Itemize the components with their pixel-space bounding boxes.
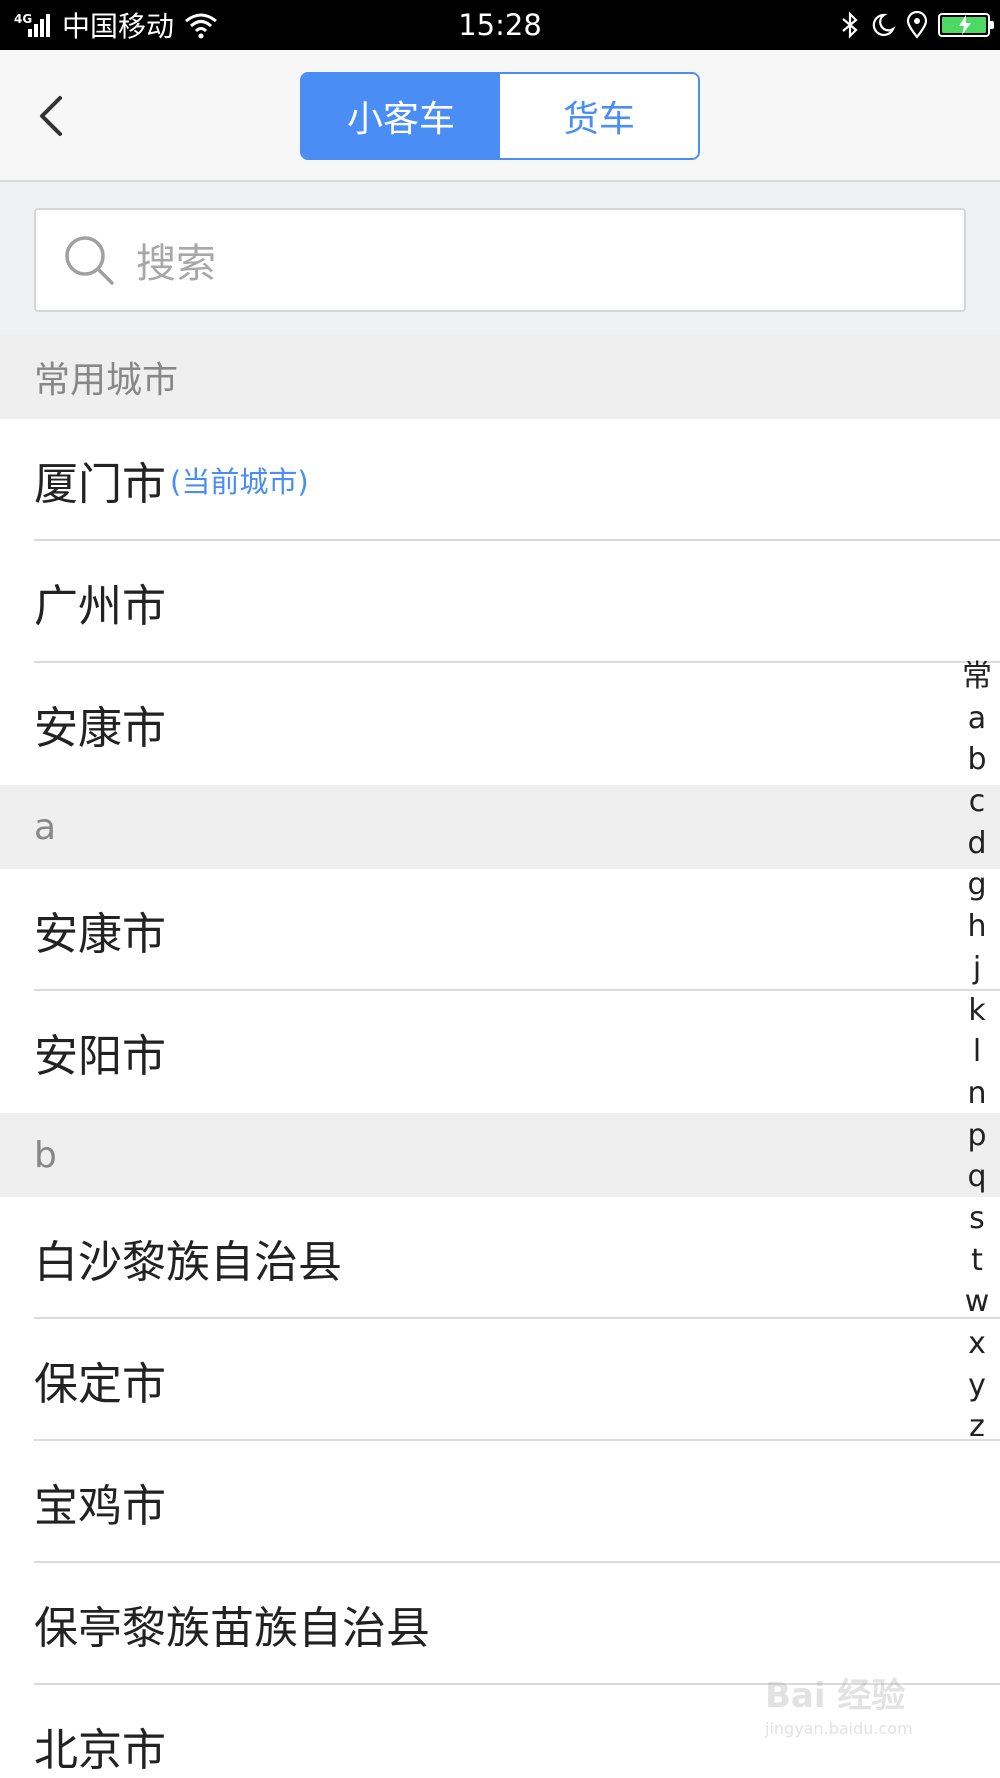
- moon-icon: [872, 13, 896, 37]
- index-letter-frequent[interactable]: 常: [962, 656, 992, 698]
- index-letter-z[interactable]: z: [969, 1406, 985, 1448]
- city-name: 广州市: [34, 581, 166, 632]
- bluetooth-icon: [842, 11, 858, 39]
- index-letter-s[interactable]: s: [969, 1198, 985, 1240]
- watermark-url: jingyan.baidu.com: [765, 1719, 913, 1738]
- list-item[interactable]: 厦门市 (当前城市): [0, 419, 1000, 541]
- list-item[interactable]: 安康市: [0, 869, 1000, 991]
- index-letter-n[interactable]: n: [967, 1073, 986, 1115]
- list-item[interactable]: 安阳市: [0, 991, 1000, 1113]
- index-letter-q[interactable]: q: [967, 1156, 986, 1198]
- index-letter-g[interactable]: g: [967, 864, 986, 906]
- list-item[interactable]: 广州市: [0, 541, 1000, 663]
- index-letter-l[interactable]: l: [973, 1031, 981, 1073]
- city-list: 常用城市 厦门市 (当前城市) 广州市 安康市 a 安康市 安阳市 b 白沙黎族…: [0, 335, 1000, 1778]
- city-name: 北京市: [34, 1725, 166, 1776]
- index-letter-d[interactable]: d: [967, 823, 986, 865]
- section-header-b: b: [0, 1113, 1000, 1197]
- city-name: 保亭黎族苗族自治县: [34, 1603, 430, 1654]
- list-item[interactable]: 宝鸡市: [0, 1441, 1000, 1563]
- list-item[interactable]: 安康市: [0, 663, 1000, 785]
- status-bar: 4G 中国移动 15:28: [0, 0, 1000, 50]
- city-name: 宝鸡市: [34, 1481, 166, 1532]
- index-letter-t[interactable]: t: [971, 1240, 983, 1282]
- section-header-a: a: [0, 785, 1000, 869]
- city-name: 安阳市: [34, 1031, 166, 1082]
- chevron-left-icon: [40, 96, 62, 136]
- index-letter-b[interactable]: b: [967, 739, 986, 781]
- city-name: 安康市: [34, 703, 166, 754]
- watermark-logo: Bai 经验: [765, 1676, 906, 1716]
- tab-passenger-car[interactable]: 小客车: [302, 74, 500, 158]
- location-icon: [906, 11, 928, 39]
- status-right: [840, 0, 994, 50]
- tab-truck[interactable]: 货车: [500, 74, 698, 158]
- back-button[interactable]: [28, 88, 78, 144]
- index-letter-c[interactable]: c: [969, 781, 986, 823]
- index-letter-a[interactable]: a: [968, 698, 986, 740]
- list-item[interactable]: 保定市: [0, 1319, 1000, 1441]
- section-header-frequent: 常用城市: [0, 335, 1000, 419]
- city-name: 厦门市: [34, 459, 166, 510]
- search-icon: [65, 236, 114, 285]
- list-item[interactable]: 白沙黎族自治县: [0, 1197, 1000, 1319]
- index-letter-y[interactable]: y: [968, 1365, 986, 1407]
- search-placeholder: 搜索: [136, 241, 216, 287]
- index-letter-k[interactable]: k: [968, 990, 985, 1032]
- vehicle-type-toggle: 小客车 货车: [300, 72, 700, 160]
- city-picker-screen: 4G 中国移动 15:28 小客车 货车 搜索 常用城市 厦门市 (当前城市) …: [0, 0, 1000, 1778]
- watermark: Bai 经验 jingyan.baidu.com: [765, 1668, 965, 1758]
- index-letter-j[interactable]: j: [973, 948, 981, 990]
- city-name: 白沙黎族自治县: [34, 1237, 342, 1288]
- index-letter-h[interactable]: h: [967, 906, 986, 948]
- city-name: 保定市: [34, 1359, 166, 1410]
- index-letter-p[interactable]: p: [967, 1115, 986, 1157]
- search-area: 搜索: [0, 182, 1000, 335]
- index-letter-x[interactable]: x: [968, 1323, 986, 1365]
- city-name: 安康市: [34, 909, 166, 960]
- list-item[interactable]: 保亭黎族苗族自治县: [0, 1563, 1000, 1685]
- nav-bar: 小客车 货车: [0, 50, 1000, 182]
- alphabet-index: 常 a b c d g h j k l n p q s t w x y z: [955, 656, 999, 1448]
- search-input[interactable]: 搜索: [34, 208, 966, 312]
- index-letter-w[interactable]: w: [965, 1281, 990, 1323]
- current-city-tag: (当前城市): [170, 465, 309, 499]
- battery-icon: [938, 13, 994, 37]
